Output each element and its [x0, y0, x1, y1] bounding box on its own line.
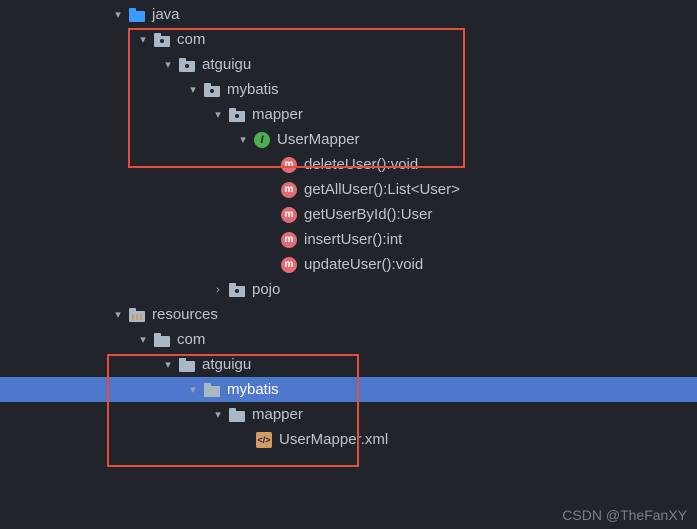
node-label: java: [152, 6, 180, 23]
method-icon: m: [280, 156, 298, 174]
tree-node-com[interactable]: ▾ com: [0, 27, 697, 52]
node-label: insertUser():int: [304, 231, 402, 248]
chevron-down-icon[interactable]: ▾: [185, 83, 201, 96]
folder-icon: [203, 381, 221, 399]
chevron-down-icon[interactable]: ▾: [210, 108, 226, 121]
node-label: com: [177, 31, 205, 48]
chevron-right-icon[interactable]: ›: [210, 284, 226, 296]
tree-node-atguigu[interactable]: ▾ atguigu: [0, 52, 697, 77]
node-label: updateUser():void: [304, 256, 423, 273]
chevron-down-icon[interactable]: ▾: [110, 308, 126, 321]
node-label: atguigu: [202, 356, 251, 373]
node-label: getAllUser():List<User>: [304, 181, 460, 198]
tree-node-res-atguigu[interactable]: ▾ atguigu: [0, 352, 697, 377]
folder-package-icon: [178, 56, 196, 74]
tree-node-res-mapper[interactable]: ▾ mapper: [0, 402, 697, 427]
tree-node-usermapper[interactable]: ▾ I UserMapper: [0, 127, 697, 152]
node-label: resources: [152, 306, 218, 323]
method-icon: m: [280, 256, 298, 274]
folder-icon: [228, 406, 246, 424]
folder-package-icon: [203, 81, 221, 99]
node-label: pojo: [252, 281, 280, 298]
method-icon: m: [280, 181, 298, 199]
node-label: mapper: [252, 406, 303, 423]
tree-node-usermapper-xml[interactable]: </> UserMapper.xml: [0, 427, 697, 452]
node-label: mybatis: [227, 381, 279, 398]
folder-icon: [178, 356, 196, 374]
interface-icon: I: [253, 131, 271, 149]
node-label: mapper: [252, 106, 303, 123]
folder-package-icon: [153, 31, 171, 49]
folder-package-icon: [228, 106, 246, 124]
folder-source-icon: [128, 6, 146, 24]
chevron-down-icon[interactable]: ▾: [160, 58, 176, 71]
node-label: UserMapper: [277, 131, 360, 148]
tree-node-java[interactable]: ▾ java: [0, 2, 697, 27]
node-label: UserMapper.xml: [279, 431, 388, 448]
tree-node-mapper[interactable]: ▾ mapper: [0, 102, 697, 127]
node-label: getUserById():User: [304, 206, 432, 223]
tree-node-method[interactable]: m deleteUser():void: [0, 152, 697, 177]
chevron-down-icon[interactable]: ▾: [235, 133, 251, 146]
tree-node-method[interactable]: m getUserById():User: [0, 202, 697, 227]
tree-node-pojo[interactable]: › pojo: [0, 277, 697, 302]
node-label: mybatis: [227, 81, 279, 98]
folder-icon: [153, 331, 171, 349]
chevron-down-icon[interactable]: ▾: [110, 8, 126, 21]
folder-resources-icon: [128, 306, 146, 324]
watermark: CSDN @TheFanXY: [562, 507, 687, 523]
tree-node-resources[interactable]: ▾ resources: [0, 302, 697, 327]
method-icon: m: [280, 231, 298, 249]
tree-node-res-com[interactable]: ▾ com: [0, 327, 697, 352]
tree-node-method[interactable]: m getAllUser():List<User>: [0, 177, 697, 202]
method-icon: m: [280, 206, 298, 224]
chevron-down-icon[interactable]: ▾: [185, 383, 201, 396]
chevron-down-icon[interactable]: ▾: [160, 358, 176, 371]
tree-node-mybatis[interactable]: ▾ mybatis: [0, 77, 697, 102]
xml-file-icon: </>: [255, 431, 273, 449]
node-label: deleteUser():void: [304, 156, 418, 173]
tree-node-res-mybatis[interactable]: ▾ mybatis: [0, 377, 697, 402]
chevron-down-icon[interactable]: ▾: [210, 408, 226, 421]
chevron-down-icon[interactable]: ▾: [135, 33, 151, 46]
tree-node-method[interactable]: m updateUser():void: [0, 252, 697, 277]
node-label: atguigu: [202, 56, 251, 73]
chevron-down-icon[interactable]: ▾: [135, 333, 151, 346]
project-tree[interactable]: ▾ java ▾ com ▾ atguigu ▾ mybatis ▾: [0, 0, 697, 452]
node-label: com: [177, 331, 205, 348]
tree-node-method[interactable]: m insertUser():int: [0, 227, 697, 252]
folder-package-icon: [228, 281, 246, 299]
